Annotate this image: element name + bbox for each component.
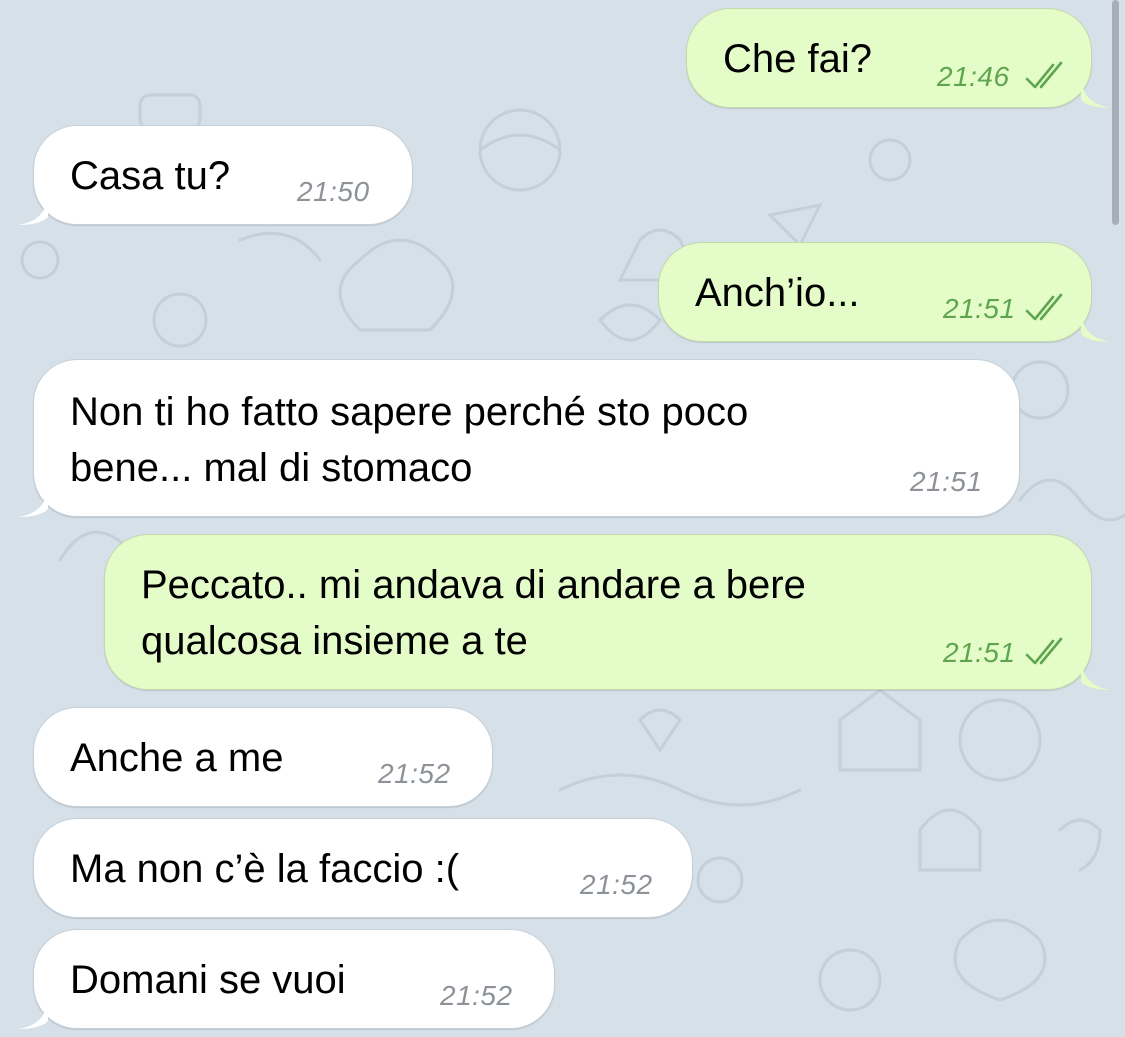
message-time: 21:52 (440, 980, 513, 1011)
bubble-tail (1081, 78, 1111, 108)
bubble-tail (18, 999, 48, 1029)
message-bubble-incoming[interactable]: Ma non c’è la faccio :( 21:52 (33, 818, 693, 918)
bubble-tail (1081, 312, 1111, 342)
message-bubble-outgoing[interactable]: Peccato.. mi andava di andare a bere qua… (104, 534, 1111, 690)
message-time: 21:50 (297, 176, 370, 207)
double-check-read-icon (1025, 293, 1063, 321)
message-time: 21:51 (943, 637, 1016, 668)
message-text: Casa tu? (70, 154, 231, 198)
message-bubble-outgoing[interactable]: Che fai? 21:46 (686, 8, 1111, 108)
message-time: 21:46 (937, 61, 1010, 92)
message-time: 21:51 (910, 466, 983, 497)
bubble-tail (18, 195, 48, 225)
double-check-read-icon (1025, 61, 1063, 89)
scrollbar[interactable] (1112, 0, 1119, 225)
message-text: Che fai? (723, 37, 872, 81)
message-text: Anch’io... (695, 271, 860, 315)
message-time: 21:51 (943, 293, 1016, 324)
message-bubble-incoming[interactable]: Casa tu? 21:50 (18, 125, 413, 225)
message-bubble-incoming[interactable]: Non ti ho fatto sapere perché sto poco b… (18, 359, 1020, 517)
double-check-read-icon (1025, 637, 1063, 665)
message-text: Non ti ho fatto sapere perché sto poco b… (70, 390, 749, 490)
message-time: 21:52 (378, 758, 451, 789)
message-time: 21:52 (580, 869, 653, 900)
message-text: Ma non c’è la faccio :( (70, 847, 460, 891)
message-bubble-incoming[interactable]: Domani se vuoi 21:52 (18, 929, 555, 1029)
bubble-tail (1081, 660, 1111, 690)
message-list[interactable]: Che fai? 21:46 Casa tu? 21:50 Anch’io...… (0, 0, 1125, 1037)
message-text: Peccato.. mi andava di andare a bere qua… (141, 563, 806, 663)
message-text: Anche a me (70, 736, 284, 780)
message-text: Domani se vuoi (70, 958, 346, 1002)
bubble-tail (18, 487, 48, 517)
message-bubble-incoming[interactable]: Anche a me 21:52 (33, 707, 493, 807)
message-bubble-outgoing[interactable]: Anch’io... 21:51 (658, 242, 1111, 342)
